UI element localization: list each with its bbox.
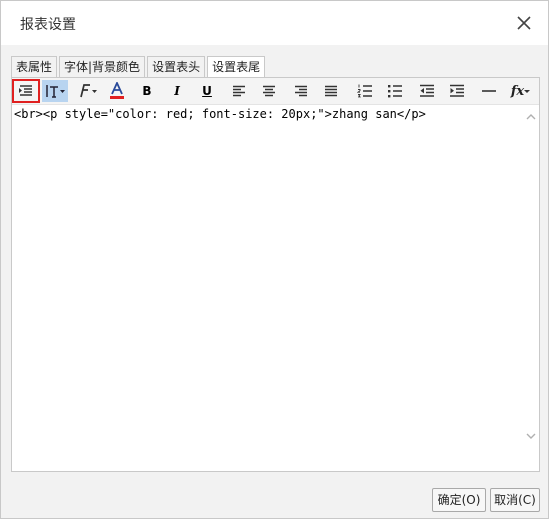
footer-editor-panel: B I U fx <br><p style="color: red; font-… — [11, 77, 540, 472]
unordered-list-icon[interactable] — [384, 80, 406, 102]
footer-html-editor[interactable]: <br><p style="color: red; font-size: 20p… — [12, 105, 523, 471]
tab-font-background-color[interactable]: 字体|背景颜色 — [59, 56, 146, 77]
scroll-up-icon — [526, 114, 536, 120]
font-family-icon[interactable] — [74, 80, 100, 102]
report-settings-dialog: 报表设置 表属性 字体|背景颜色 设置表头 设置表尾 B I U fx <br>… — [0, 0, 549, 519]
formula-icon[interactable]: fx — [506, 80, 536, 102]
titlebar: 报表设置 — [1, 1, 548, 45]
editor-toolbar: B I U fx — [12, 78, 539, 105]
align-right-icon[interactable] — [290, 80, 312, 102]
outdent-icon[interactable] — [416, 80, 438, 102]
scroll-down-icon — [526, 433, 536, 439]
dropdown-arrow-icon — [524, 90, 531, 93]
indent-icon[interactable] — [446, 80, 468, 102]
formula-label: fx — [510, 83, 525, 99]
font-size-icon[interactable] — [42, 80, 68, 102]
align-left-icon[interactable] — [228, 80, 250, 102]
italic-icon[interactable]: I — [166, 80, 188, 102]
font-color-icon[interactable] — [104, 80, 130, 102]
dialog-title: 报表设置 — [20, 17, 76, 33]
close-icon[interactable] — [513, 12, 535, 34]
tab-table-properties[interactable]: 表属性 — [11, 56, 58, 77]
tab-set-header[interactable]: 设置表头 — [147, 56, 206, 77]
align-justify-icon[interactable] — [320, 80, 342, 102]
ok-button[interactable]: 确定(O) — [432, 488, 486, 512]
ordered-list-icon[interactable] — [354, 80, 376, 102]
horizontal-rule-icon[interactable] — [478, 80, 500, 102]
source-icon[interactable] — [12, 79, 40, 103]
tab-set-footer[interactable]: 设置表尾 — [207, 56, 266, 78]
underline-icon[interactable]: U — [196, 80, 218, 102]
editor-vertical-scrollbar[interactable] — [523, 105, 539, 471]
bold-icon[interactable]: B — [136, 80, 158, 102]
align-center-icon[interactable] — [258, 80, 280, 102]
tab-bar: 表属性 字体|背景颜色 设置表头 设置表尾 — [11, 56, 267, 78]
cancel-button[interactable]: 取消(C) — [490, 488, 540, 512]
